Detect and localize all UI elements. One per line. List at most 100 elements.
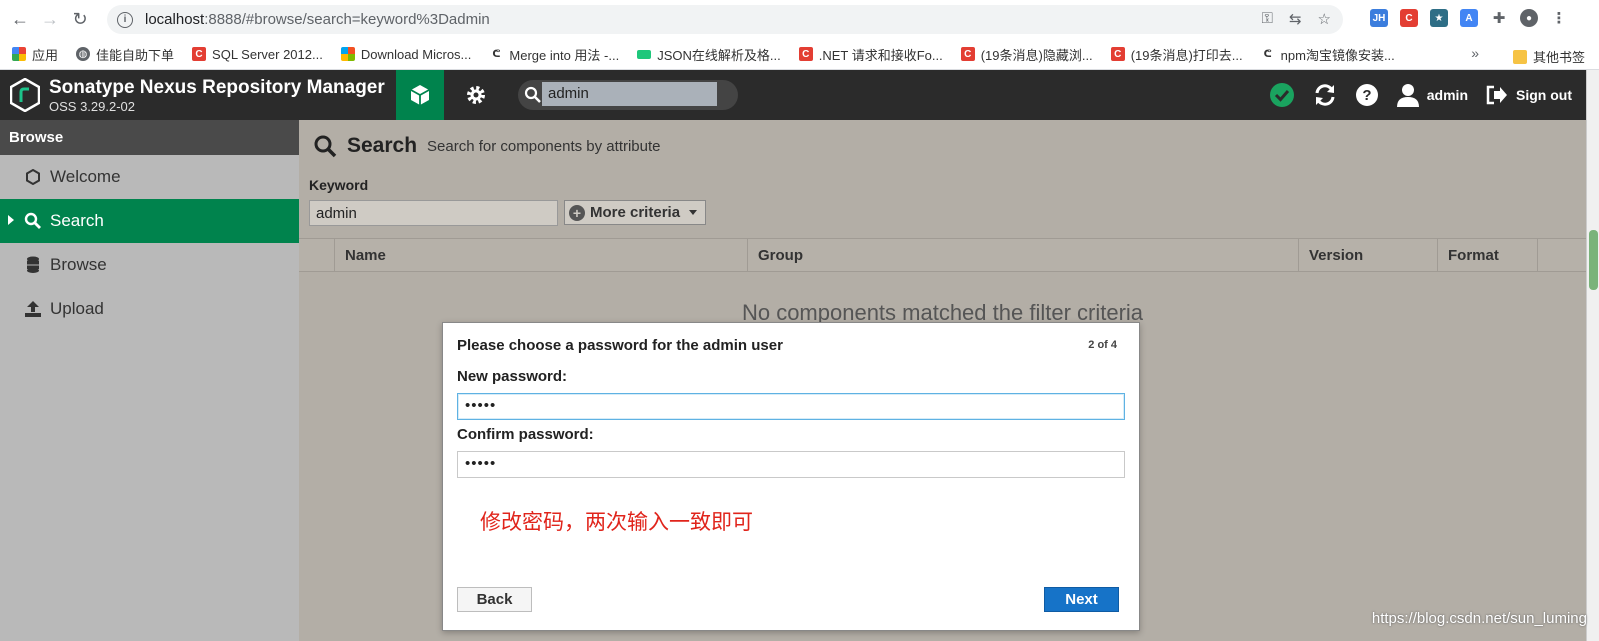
csdn-icon: C [798, 47, 813, 61]
new-password-field[interactable]: ••••• [457, 393, 1125, 420]
bookmarks-bar: 应用 ◍ 佳能自助下单 C SQL Server 2012... Downloa… [0, 39, 1599, 70]
annotation-note: 修改密码，两次输入一致即可 [480, 510, 753, 534]
confirm-password-field[interactable]: ••••• [457, 451, 1125, 478]
jh-extension-icon[interactable]: JH [1370, 9, 1388, 27]
status-check-icon[interactable] [1269, 82, 1295, 108]
header-search-input[interactable]: admin [542, 82, 717, 106]
scrollbar-thumb[interactable] [1589, 230, 1598, 290]
sidebar-item-welcome[interactable]: Welcome [0, 155, 299, 199]
translate-extension-icon[interactable]: A [1460, 9, 1478, 27]
bookmark-icon: ᕦ [492, 48, 501, 60]
search-icon [314, 135, 337, 158]
more-bookmarks-chevron-icon[interactable]: » [1471, 45, 1479, 61]
menu-kebab-icon[interactable]: ⋮ [1550, 9, 1568, 27]
change-password-dialog: Please choose a password for the admin u… [442, 322, 1140, 631]
microsoft-icon [340, 47, 355, 61]
search-icon [24, 212, 42, 230]
upload-icon [24, 300, 42, 318]
search-icon [524, 86, 541, 103]
column-header-group[interactable]: Group [747, 239, 1298, 272]
bookmark-item[interactable]: C .NET 请求和接收Fo... [798, 45, 943, 64]
json-icon [637, 49, 652, 59]
extensions-area: JH C ★ A ✚ ● ⋮ [1370, 9, 1568, 27]
bookmark-item[interactable]: ᕦ Merge into 用法 -... [489, 45, 619, 64]
header-search: admin [518, 80, 738, 110]
sidebar-heading: Browse [0, 120, 299, 155]
expand-caret-icon [8, 215, 14, 225]
star-icon[interactable]: ☆ [1318, 10, 1331, 28]
admin-mode-button[interactable] [452, 70, 500, 120]
app-title: Sonatype Nexus Repository Manager [49, 77, 385, 98]
browse-mode-button[interactable] [396, 70, 444, 120]
site-info-icon[interactable]: i [117, 11, 133, 28]
column-header-name[interactable]: Name [334, 239, 747, 272]
sign-out-button[interactable]: Sign out [1486, 85, 1572, 105]
more-criteria-button[interactable]: + More criteria [564, 200, 706, 225]
bookmark-icon: ᕦ [1263, 48, 1272, 60]
confirm-password-label: Confirm password: [457, 426, 594, 443]
column-header-version[interactable]: Version [1298, 239, 1437, 272]
csdn-extension-icon[interactable]: C [1400, 9, 1418, 27]
bookmark-item[interactable]: 应用 [12, 45, 58, 64]
page-title-text: Search [347, 134, 418, 157]
user-icon [1396, 84, 1419, 107]
key-icon[interactable]: ⚿ [1262, 10, 1273, 28]
column-header-spacer [1537, 239, 1586, 272]
database-icon [24, 256, 42, 274]
address-url[interactable]: localhost:8888/#browse/search=keyword%3D… [145, 11, 490, 28]
sidebar: Browse Welcome Search Browse Upload [0, 120, 299, 641]
nexus-logo-icon [10, 78, 40, 112]
back-button[interactable]: Back [457, 587, 532, 612]
puzzle-icon[interactable]: ✚ [1490, 9, 1508, 27]
page-title: Search Search for components by attribut… [313, 134, 661, 158]
address-bar[interactable]: i localhost:8888/#browse/search=keyword%… [107, 5, 1343, 34]
page-subtitle: Search for components by attribute [427, 137, 661, 155]
globe-icon: ◍ [76, 47, 91, 61]
more-criteria-label: More criteria [590, 204, 681, 221]
apps-grid-icon [12, 47, 26, 61]
page-scrollbar[interactable] [1586, 70, 1599, 641]
help-icon[interactable]: ? [1355, 83, 1379, 107]
bookmark-item[interactable]: JSON在线解析及格... [637, 45, 781, 64]
new-password-label: New password: [457, 368, 568, 385]
reload-icon[interactable]: ↻ [70, 9, 90, 30]
bookmark-item[interactable]: ◍ 佳能自助下单 [76, 45, 174, 64]
sidebar-item-label: Welcome [50, 167, 121, 186]
cube-icon [410, 85, 430, 105]
sign-out-label: Sign out [1516, 87, 1572, 103]
csdn-icon: C [192, 47, 207, 61]
column-header-format[interactable]: Format [1437, 239, 1537, 272]
sidebar-item-browse[interactable]: Browse [0, 243, 299, 287]
bookmark-item[interactable]: C (19条消息)打印去... [1110, 45, 1243, 64]
wizard-step-indicator: 2 of 4 [1088, 339, 1117, 351]
profile-icon[interactable]: ● [1520, 9, 1538, 27]
sidebar-item-upload[interactable]: Upload [0, 287, 299, 331]
bookmark-item[interactable]: C SQL Server 2012... [192, 47, 323, 62]
other-bookmarks[interactable]: 其他书签 [1512, 47, 1585, 66]
hexagon-icon [24, 168, 42, 186]
keyword-label: Keyword [309, 177, 369, 193]
next-button[interactable]: Next [1044, 587, 1119, 612]
bookmark-item[interactable]: Download Micros... [340, 47, 471, 62]
forward-arrow-icon[interactable]: → [40, 9, 60, 30]
back-arrow-icon[interactable]: ← [10, 9, 30, 30]
csdn-icon: C [1110, 47, 1125, 61]
plus-circle-icon: + [569, 204, 585, 221]
sidebar-item-label: Upload [50, 299, 104, 318]
user-menu[interactable]: admin [1396, 83, 1468, 107]
translate-icon[interactable]: ⇆ [1289, 10, 1302, 28]
user-name: admin [1426, 87, 1468, 103]
watermark: https://blog.csdn.net/sun_luming [1371, 610, 1587, 627]
bookmark-item[interactable]: ᕦ npm淘宝镜像安装... [1261, 45, 1395, 64]
dialog-title: Please choose a password for the admin u… [457, 337, 783, 354]
refresh-icon[interactable] [1313, 83, 1337, 107]
sign-out-icon [1486, 85, 1507, 105]
csdn-icon: C [960, 47, 975, 61]
star-extension-icon[interactable]: ★ [1430, 9, 1448, 27]
keyword-input[interactable]: admin [309, 200, 558, 226]
folder-icon [1512, 49, 1527, 64]
sidebar-item-search[interactable]: Search [0, 199, 299, 243]
results-grid-header: Name Group Version Format [299, 238, 1586, 272]
bookmark-item[interactable]: C (19条消息)隐藏浏... [960, 45, 1093, 64]
app-header: Sonatype Nexus Repository Manager OSS 3.… [0, 70, 1586, 120]
